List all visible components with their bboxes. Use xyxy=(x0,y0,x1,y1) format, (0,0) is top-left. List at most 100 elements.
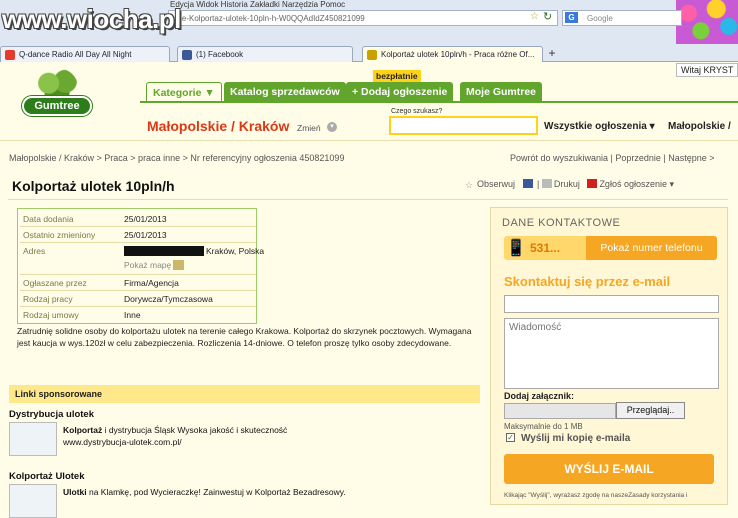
ad-title[interactable]: Dystrybucja ulotek xyxy=(9,409,94,420)
chevron-down-icon[interactable]: ▾ xyxy=(327,122,337,132)
facebook-share-icon[interactable] xyxy=(522,179,533,188)
email-field[interactable] xyxy=(504,295,719,313)
nav-tab-my-gumtree[interactable]: Moje Gumtree xyxy=(460,82,543,101)
result-navigation[interactable]: Powrót do wyszukiwania | Poprzednie | Na… xyxy=(510,153,715,163)
browser-tab-active[interactable]: Kolportaż ulotek 10pln/h - Praca różne O… xyxy=(362,46,543,62)
browse-button[interactable]: Przeglądaj.. xyxy=(616,402,685,419)
free-badge: bezpłatnie xyxy=(373,70,421,82)
attachment-label: Dodaj załącznik: xyxy=(504,391,575,401)
contact-panel: DANE KONTAKTOWE 📱 531... Pokaż numer tel… xyxy=(490,207,728,505)
browser-tab[interactable]: (1) Facebook xyxy=(177,46,353,62)
detail-value: 25/01/2013 xyxy=(124,230,167,240)
terms-note[interactable]: Klikając "Wyślij", wyrażasz zgodę na nas… xyxy=(504,492,726,499)
user-greeting[interactable]: Witaj KRYST xyxy=(676,63,738,77)
browser-menu[interactable]: Edycja Widok Historia Zakładki Narzędzia… xyxy=(170,0,345,9)
new-tab-button[interactable]: + xyxy=(543,46,561,62)
listing-actions: ☆ Obserwuj | Drukuj Zgłoś ogłoszenie ▾ xyxy=(465,179,674,190)
nav-tab-add-listing[interactable]: + Dodaj ogłoszenie xyxy=(346,82,454,101)
ad-keyword: Ulotki xyxy=(63,487,87,497)
detail-label: Adres xyxy=(23,246,46,256)
search-engine-icon[interactable]: G xyxy=(565,12,578,23)
printer-icon xyxy=(541,179,552,188)
table-row: Rodzaj umowy Inne xyxy=(20,307,256,323)
current-location: Małopolskie / Kraków xyxy=(147,118,290,134)
browser-tab[interactable]: Q-dance Radio All Day All Night xyxy=(0,46,170,62)
qdance-icon xyxy=(5,50,15,60)
details-table: Data dodania 25/01/2013 Ostatnio zmienio… xyxy=(17,208,264,324)
detail-label: Rodzaj pracy xyxy=(23,294,73,304)
gumtree-logo[interactable]: Gumtree xyxy=(22,66,92,136)
refresh-icon[interactable]: ↻ xyxy=(543,10,552,23)
detail-label: Ogłaszane przez xyxy=(23,278,87,288)
nav-underline xyxy=(140,101,738,103)
table-row: Data dodania 25/01/2013 xyxy=(20,211,256,227)
watermark: www.wiocha.pl xyxy=(2,4,181,34)
report-action[interactable]: Zgłoś ogłoszenie ▾ xyxy=(587,179,674,189)
nav-tab-seller-catalog[interactable]: Katalog sprzedawców xyxy=(224,82,346,101)
category-select[interactable]: Wszystkie ogłoszenia ▾ xyxy=(544,121,655,132)
search-label: Czego szukasz? xyxy=(391,108,443,115)
detail-label: Ostatnio zmieniony xyxy=(23,230,96,240)
phone-icon: 📱 xyxy=(506,240,526,257)
ad-title[interactable]: Kolportaż Ulotek xyxy=(9,471,84,482)
region-select[interactable]: Małopolskie / xyxy=(668,121,731,132)
redacted-address xyxy=(124,246,204,256)
table-row: Ostatnio zmieniony 25/01/2013 xyxy=(20,227,256,243)
detail-label: Data dodania xyxy=(23,214,74,224)
ad-text[interactable]: Kolportaż i dystrybucja Śląsk Wysoka jak… xyxy=(63,424,483,448)
detail-value: Firma/Agencja xyxy=(124,278,179,288)
nav-tab-categories[interactable]: Kategorie ▼ xyxy=(146,82,222,101)
theme-decoration xyxy=(676,0,738,44)
file-path-field[interactable] xyxy=(504,403,616,419)
ad-thumbnail[interactable] xyxy=(9,484,57,518)
show-map-label: Pokaż mapę xyxy=(124,260,172,270)
flag-icon xyxy=(587,179,598,188)
address-bar[interactable]: nne-Kolportaz-ulotek-10pln-h-W0QQAdIdZ45… xyxy=(168,10,558,26)
watch-action[interactable]: ☆ Obserwuj xyxy=(465,179,516,190)
divider xyxy=(0,140,738,141)
detail-value: Kraków, Polska xyxy=(206,246,265,256)
ad-body: i dystrybucja Śląsk Wysoka jakość i skut… xyxy=(102,425,288,435)
listing-description: Zatrudnię solidne osoby do kolportażu ul… xyxy=(17,326,472,348)
email-heading: Skontaktuj się przez e-mail xyxy=(504,274,671,289)
ad-text[interactable]: Ulotki na Klamkę, pod Wycieraczkę! Zainw… xyxy=(63,486,483,498)
detail-value: Dorywcza/Tymczasowa xyxy=(124,294,213,304)
show-map-link[interactable]: Pokaż mapę xyxy=(124,260,185,270)
facebook-icon xyxy=(182,50,192,60)
show-phone-button[interactable]: 📱 531... Pokaż numer telefonu xyxy=(504,236,717,260)
send-copy-checkbox[interactable]: ✓ xyxy=(506,433,515,442)
change-location-link[interactable]: Zmień xyxy=(297,123,321,133)
divider xyxy=(8,199,728,200)
browser-search-input[interactable]: Google xyxy=(562,10,682,26)
page-title: Kolportaż ulotek 10pln/h xyxy=(12,178,175,194)
sponsored-heading: Linki sponsorowane xyxy=(9,385,480,403)
contact-heading: DANE KONTAKTOWE xyxy=(502,217,621,229)
message-field[interactable] xyxy=(504,318,719,389)
report-label: Zgłoś ogłoszenie ▾ xyxy=(599,179,674,189)
tab-label: Kolportaż ulotek 10pln/h - Praca różne O… xyxy=(381,50,535,59)
max-size-note: Maksymalnie do 1 MB xyxy=(504,422,583,431)
ad-url: www.dystrybucja-ulotek.com.pl/ xyxy=(63,437,182,447)
detail-value: Inne xyxy=(124,310,141,320)
ad-keyword: Kolportaż xyxy=(63,425,103,435)
star-icon: ☆ xyxy=(465,180,474,190)
table-row: Rodzaj pracy Dorywcza/Tymczasowa xyxy=(20,291,256,307)
table-row: Ogłaszane przez Firma/Agencja xyxy=(20,275,256,291)
separator: | xyxy=(537,179,540,189)
map-icon xyxy=(173,260,185,270)
show-phone-label: Pokaż numer telefonu xyxy=(586,236,717,260)
phone-prefix: 531... xyxy=(530,241,561,255)
ad-thumbnail[interactable] xyxy=(9,422,57,456)
tab-label: Q-dance Radio All Day All Night xyxy=(19,50,132,59)
detail-label: Rodzaj umowy xyxy=(23,310,79,320)
send-copy-label[interactable]: Wyślij mi kopię e-maila xyxy=(521,433,630,444)
search-input[interactable] xyxy=(389,116,538,135)
breadcrumb[interactable]: Małopolskie / Kraków > Praca > praca inn… xyxy=(9,153,344,163)
print-label: Drukuj xyxy=(553,179,580,189)
bookmark-star-icon[interactable]: ☆ xyxy=(530,11,539,22)
watch-label: Obserwuj xyxy=(477,179,516,189)
send-email-button[interactable]: WYŚLIJ E-MAIL xyxy=(504,454,714,484)
gumtree-favicon-icon xyxy=(367,50,377,60)
ad-body: na Klamkę, pod Wycieraczkę! Zainwestuj w… xyxy=(86,487,346,497)
print-action[interactable]: Drukuj xyxy=(541,179,580,189)
